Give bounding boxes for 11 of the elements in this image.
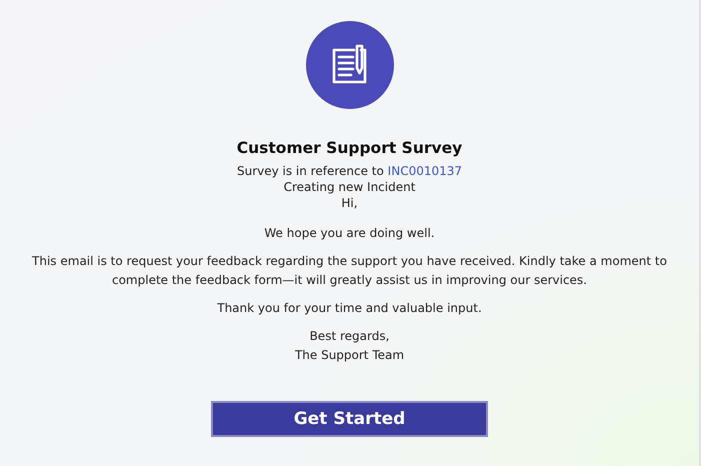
incident-link[interactable]: INC0010137 [388, 164, 462, 178]
get-started-button[interactable]: Get Started [211, 401, 488, 437]
greeting-text: Hi, [341, 195, 358, 211]
body-paragraph: This email is to request your feedback regarding the support you have received. Kindly take a moment to complete the feedback form—it will greatly assist us in improving our services. [31, 253, 668, 289]
survey-title: Customer Support Survey [236, 139, 462, 157]
incident-subtitle: Creating new Incident [284, 179, 416, 195]
signoff-text: Best regards, [310, 328, 390, 345]
signoff-text: The Support Team [294, 347, 404, 364]
reference-text: Survey is in reference to INC0010137 [236, 163, 462, 179]
body-paragraph: Thank you for your time and valuable input. [217, 300, 482, 317]
body-paragraph: We hope you are doing well. [264, 225, 435, 242]
